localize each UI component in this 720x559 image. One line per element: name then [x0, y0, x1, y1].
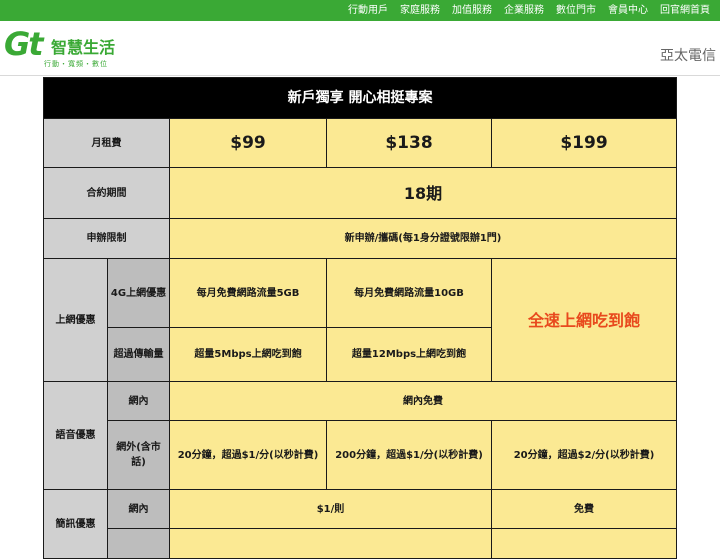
contract-label: 合約期間: [43, 167, 170, 219]
data-over-12mbps: 超量12Mbps上網吃到飽: [326, 327, 492, 382]
sms-offnet-cell-2: [490, 528, 678, 559]
data-unlimited: 全速上網吃到飽: [490, 258, 678, 382]
price-99: $99: [169, 118, 327, 168]
price-199: $199: [490, 118, 678, 168]
voice-offnet-20min-1: 20分鐘，超過$1/分(以秒計費): [169, 420, 327, 490]
sms-onnet-paid: $1/則: [169, 489, 492, 529]
monthly-fee-row: 月租費 $99 $138 $199: [43, 118, 678, 168]
data-4g-5gb: 每月免費網路流量5GB: [169, 258, 327, 328]
voice-offnet-200min: 200分鐘，超過$1/分(以秒計費): [326, 420, 492, 490]
sms-onnet-label: 網內: [107, 489, 170, 529]
site-header: Gt 智慧生活 行動・寬頻・數位 亞太電信: [0, 21, 720, 76]
plan-table-container: 新戶獨享 開心相挺專案 月租費 $99 $138 $199 合約期間 18期 申…: [42, 77, 678, 559]
nav-official-home[interactable]: 回官網首頁: [654, 0, 716, 21]
voice-label: 語音優惠: [43, 381, 108, 490]
nav-mobile-users[interactable]: 行動用戶: [342, 0, 394, 21]
sms-offnet-row: [44, 528, 678, 559]
voice-onnet-label: 網內: [107, 381, 170, 421]
logo-mark: Gt: [4, 25, 44, 63]
sms-onnet-free: 免費: [490, 489, 678, 529]
sms-offnet-cell-1: [169, 528, 492, 559]
data-4g-row: 上網優惠 4G上網優惠 每月免費網路流量5GB 每月免費網路流量10GB 全速上…: [43, 258, 678, 382]
limit-value: 新申辦/攜碼(每1身分證號限辦1門): [168, 218, 678, 259]
voice-offnet-label: 網外(含市話): [107, 420, 170, 490]
nav-digital-store[interactable]: 數位門市: [550, 0, 602, 21]
price-138: $138: [326, 118, 492, 168]
plan-title-row: 新戶獨享 開心相挺專案: [42, 77, 678, 119]
plan-title: 新戶獨享 開心相挺專案: [42, 77, 678, 119]
sms-offnet-label: [107, 528, 170, 559]
data-over-5mbps: 超量5Mbps上網吃到飽: [169, 327, 327, 382]
data-4g-label: 4G上網優惠: [107, 258, 170, 328]
limit-label: 申辦限制: [43, 218, 170, 259]
sms-onnet-row: 簡訊優惠 網內 $1/則 免費: [43, 489, 678, 559]
voice-offnet-row: 網外(含市話) 20分鐘，超過$1/分(以秒計費) 200分鐘，超過$1/分(以…: [44, 420, 678, 490]
monthly-fee-label: 月租費: [43, 118, 170, 168]
logo-title: 智慧生活: [51, 38, 116, 57]
top-nav-bar: 行動用戶 家庭服務 加值服務 企業服務 數位門市 會員中心 回官網首頁: [0, 0, 720, 21]
voice-onnet-row: 語音優惠 網內 網內免費: [43, 381, 678, 490]
nav-member-center[interactable]: 會員中心: [602, 0, 654, 21]
site-logo[interactable]: Gt 智慧生活 行動・寬頻・數位: [4, 27, 144, 71]
data-over-label: 超過傳輸量: [107, 327, 170, 382]
sms-label: 簡訊優惠: [43, 489, 108, 559]
nav-enterprise[interactable]: 企業服務: [498, 0, 550, 21]
voice-onnet-value: 網內免費: [168, 381, 678, 421]
logo-subtitle: 行動・寬頻・數位: [44, 60, 108, 68]
brand-name: 亞太電信: [660, 48, 716, 64]
data-4g-10gb: 每月免費網路流量10GB: [326, 258, 492, 328]
contract-row: 合約期間 18期: [43, 167, 678, 219]
data-label: 上網優惠: [43, 258, 108, 382]
plan-table: 新戶獨享 開心相挺專案 月租費 $99 $138 $199 合約期間 18期 申…: [42, 77, 678, 559]
voice-offnet-20min-2: 20分鐘，超過$2/分(以秒計費): [490, 420, 678, 490]
nav-home-services[interactable]: 家庭服務: [394, 0, 446, 21]
contract-value: 18期: [168, 167, 678, 219]
limit-row: 申辦限制 新申辦/攜碼(每1身分證號限辦1門): [43, 218, 678, 259]
nav-value-added[interactable]: 加值服務: [446, 0, 498, 21]
